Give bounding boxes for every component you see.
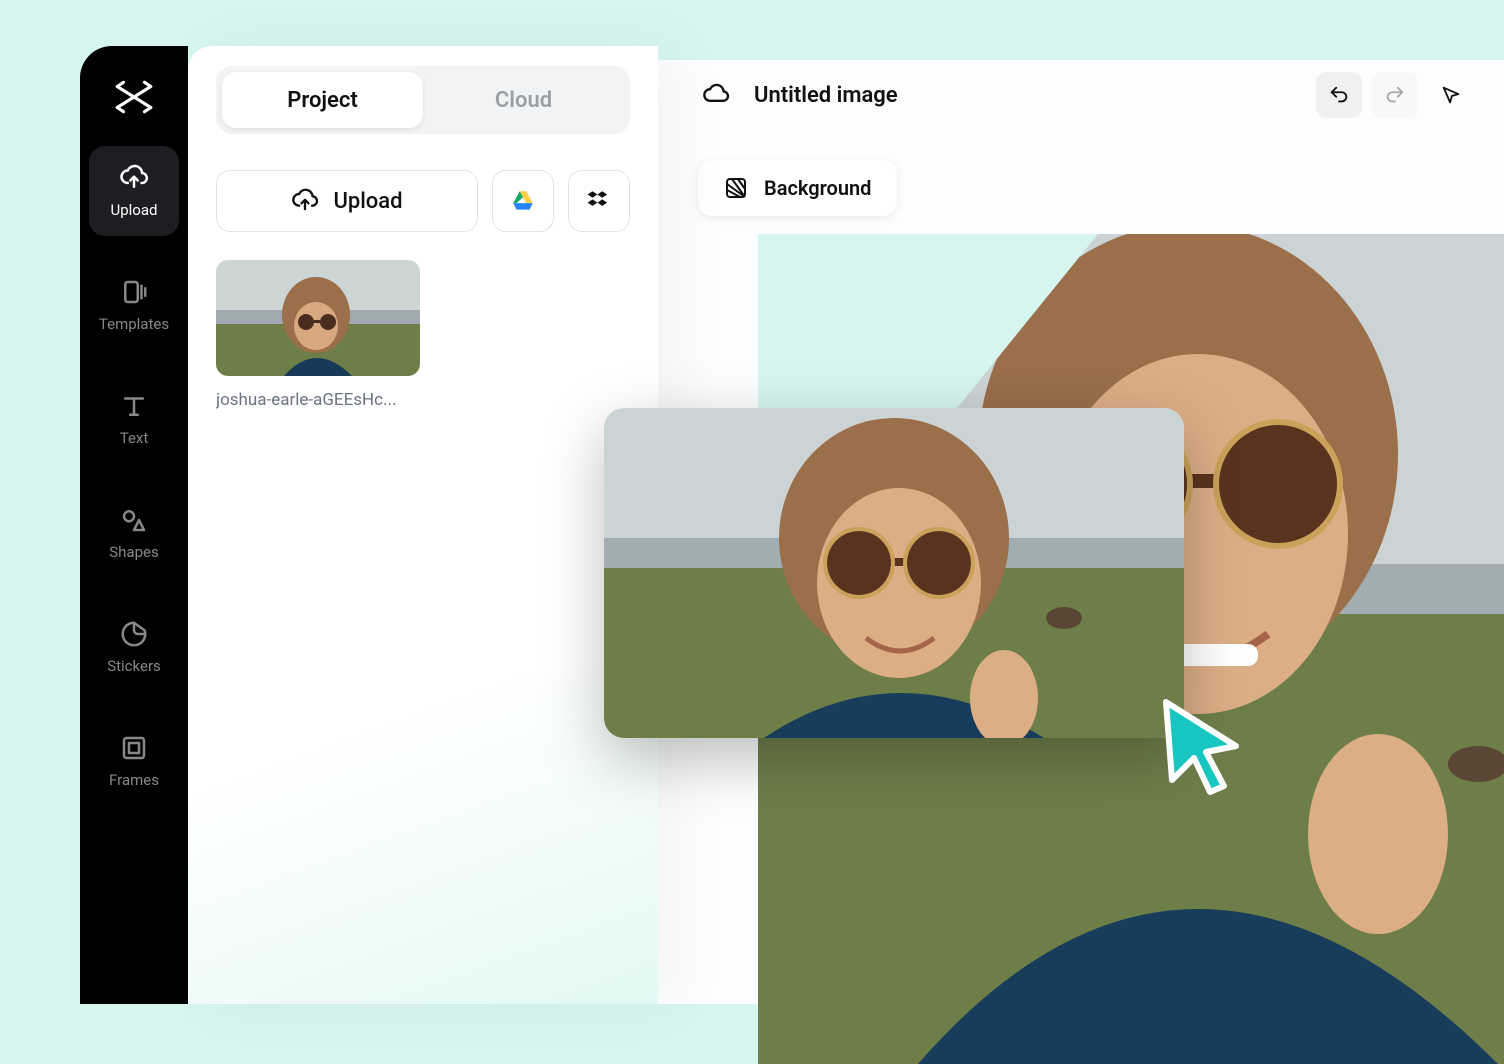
tab-cloud[interactable]: Cloud [423, 72, 624, 128]
upload-button-label: Upload [333, 189, 402, 214]
sidebar-label-frames: Frames [109, 771, 159, 789]
sidebar-label-stickers: Stickers [107, 657, 161, 675]
canvas-topbar: Untitled image [658, 60, 1504, 130]
sidebar-item-frames[interactable]: Frames [89, 716, 179, 806]
google-drive-button[interactable] [492, 170, 554, 232]
tab-project[interactable]: Project [222, 72, 423, 128]
sidebar-item-stickers[interactable]: Stickers [89, 602, 179, 692]
drag-preview [604, 408, 1184, 738]
undo-button[interactable] [1316, 72, 1362, 118]
sidebar-label-templates: Templates [99, 315, 169, 333]
pointer-icon [1440, 84, 1462, 106]
background-chip[interactable]: Background [698, 160, 897, 216]
cloud-sync-icon[interactable] [702, 81, 730, 109]
panel-tabs: Project Cloud [216, 66, 630, 134]
sidebar-label-upload: Upload [111, 201, 158, 219]
sidebar-label-text: Text [120, 429, 149, 447]
undo-icon [1328, 84, 1350, 106]
background-icon [724, 176, 748, 200]
sidebar-item-templates[interactable]: Templates [89, 260, 179, 350]
redo-button[interactable] [1372, 72, 1418, 118]
google-drive-icon [510, 188, 536, 214]
upload-cloud-icon [291, 187, 319, 215]
sidebar-item-shapes[interactable]: Shapes [89, 488, 179, 578]
pointer-tool-button[interactable] [1428, 72, 1474, 118]
app-logo [113, 76, 155, 118]
sidebar-item-upload[interactable]: Upload [89, 146, 179, 236]
assets-panel: Project Cloud Upload [188, 46, 658, 1004]
redo-icon [1384, 84, 1406, 106]
dropbox-icon [586, 188, 612, 214]
background-chip-label: Background [764, 176, 871, 200]
dropbox-button[interactable] [568, 170, 630, 232]
asset-thumbnail[interactable] [216, 260, 420, 376]
sidebar-item-text[interactable]: Text [89, 374, 179, 464]
asset-filename: joshua-earle-aGEEsHc... [216, 390, 420, 410]
document-title[interactable]: Untitled image [754, 83, 1306, 108]
left-sidebar: Upload Templates Text Shapes Stickers Fr… [80, 46, 188, 1004]
sidebar-label-shapes: Shapes [109, 543, 158, 561]
upload-button[interactable]: Upload [216, 170, 478, 232]
